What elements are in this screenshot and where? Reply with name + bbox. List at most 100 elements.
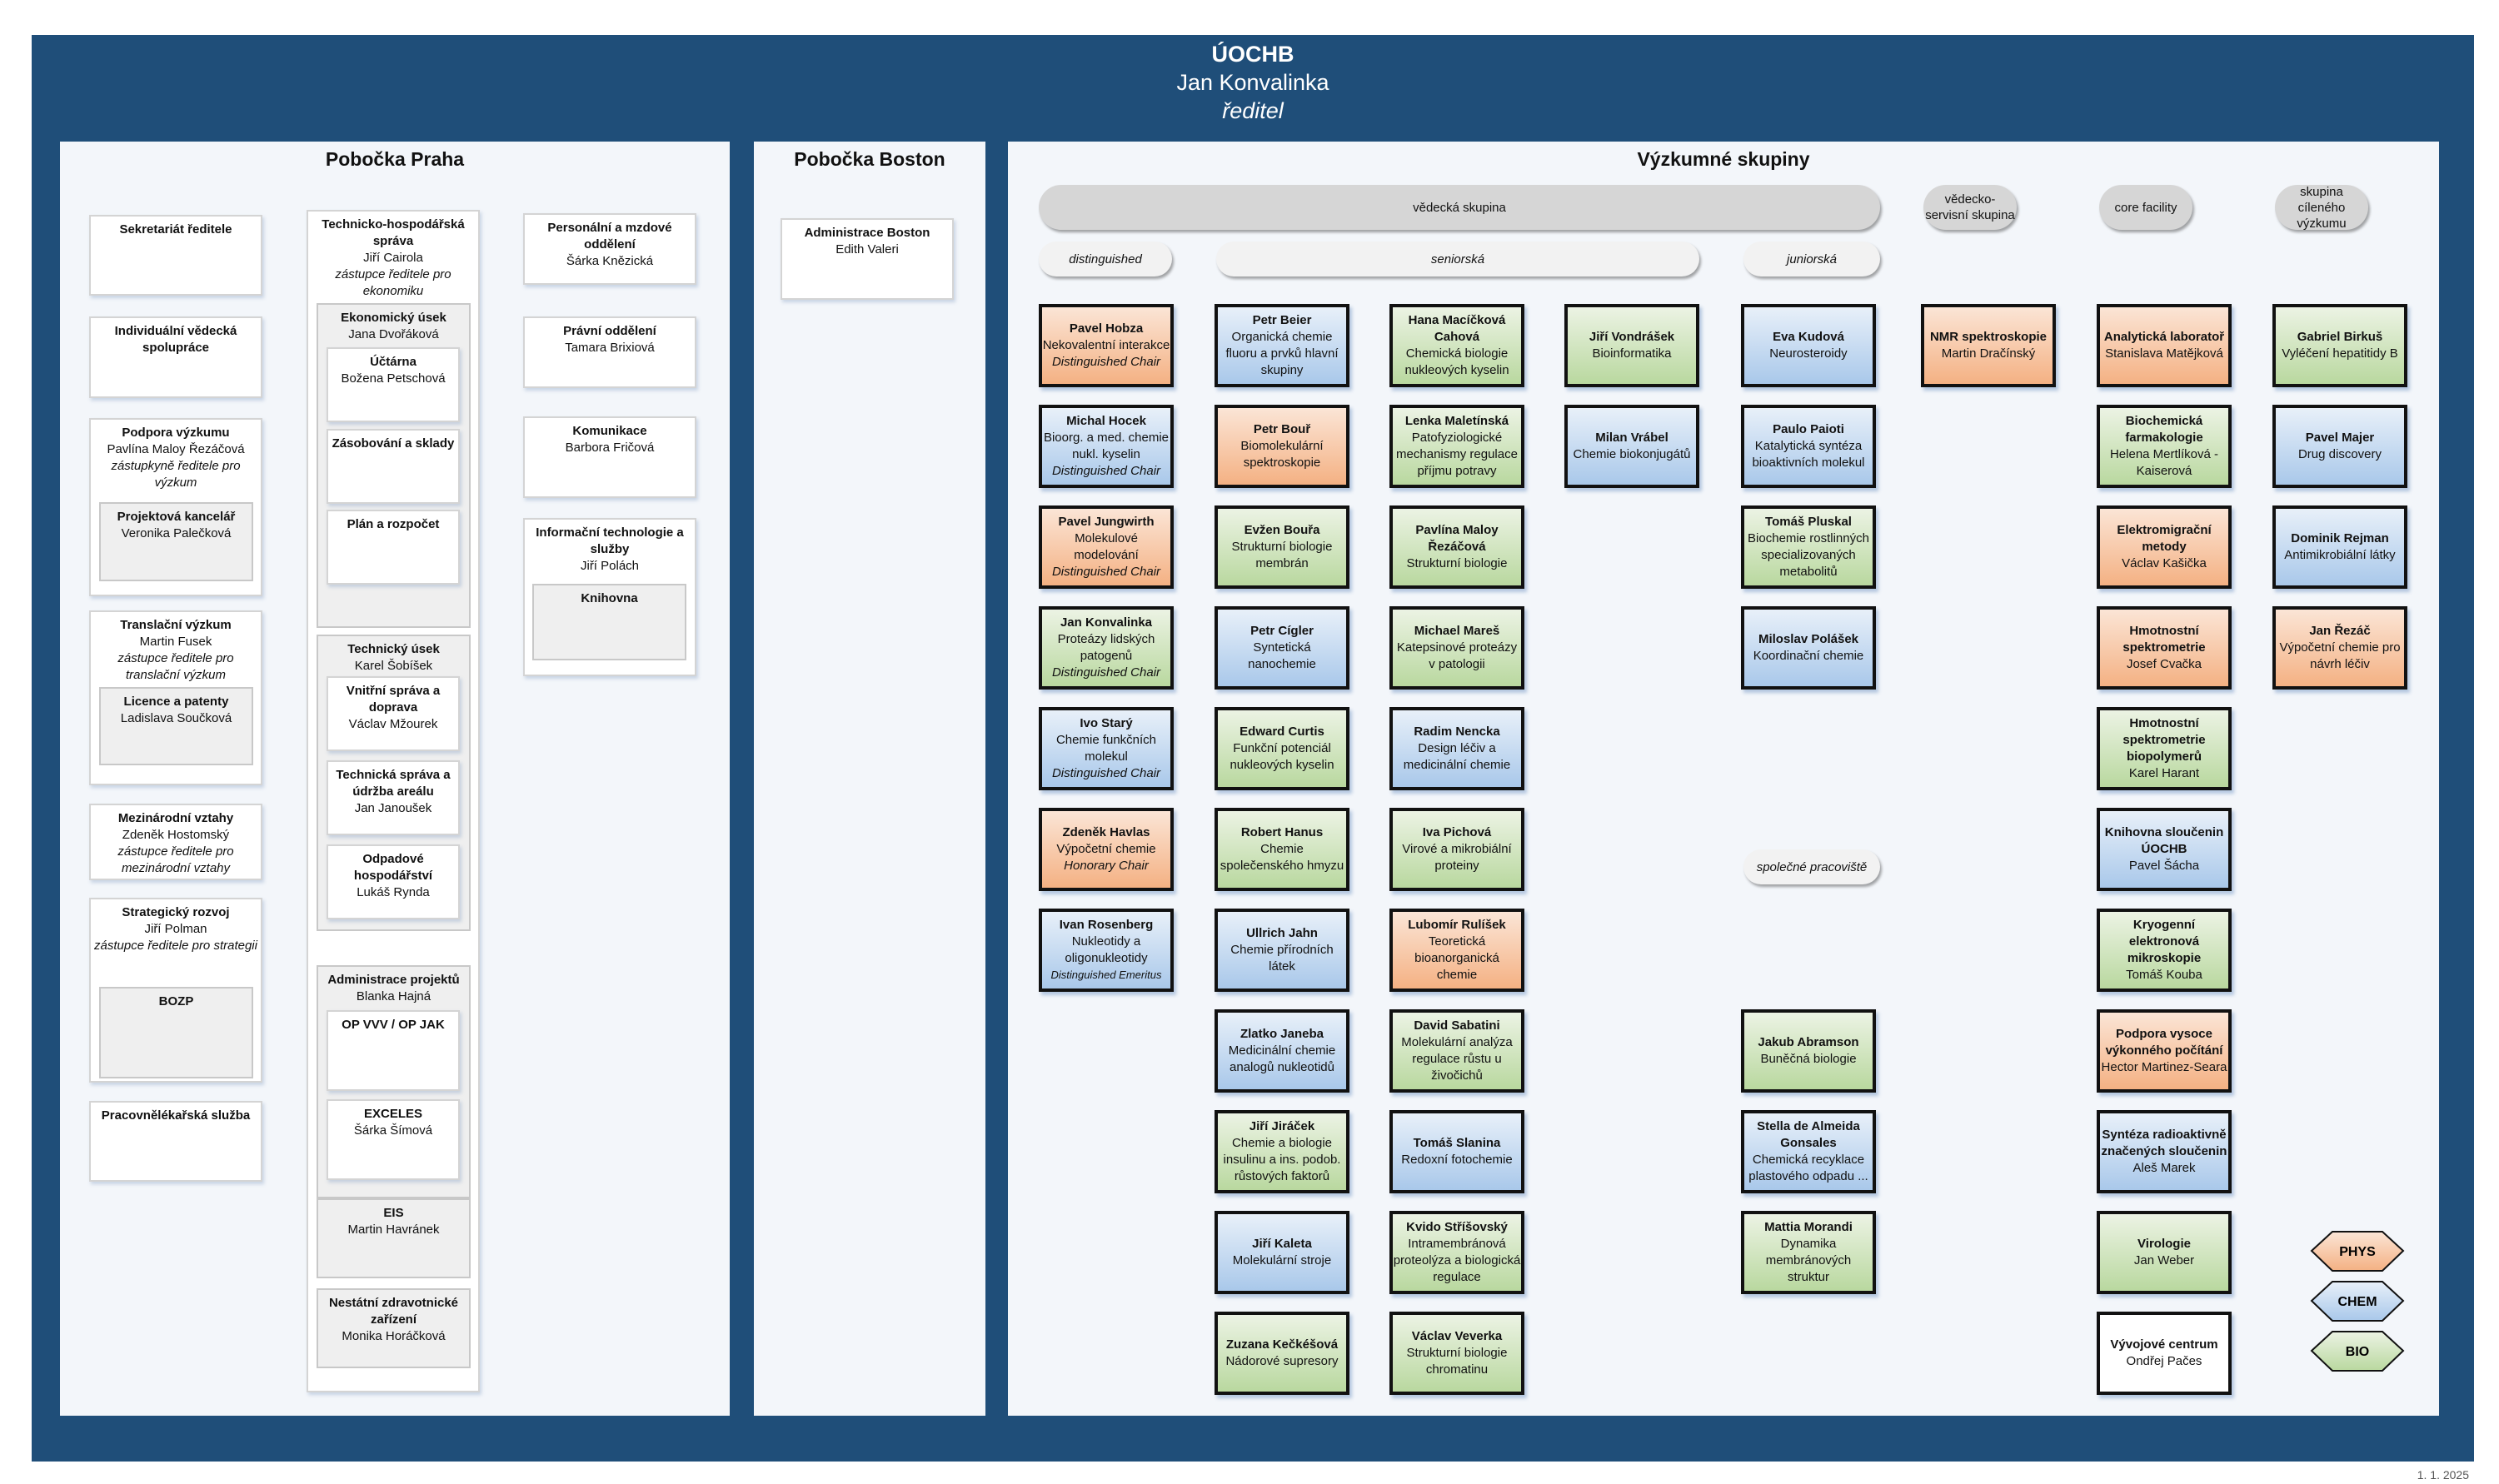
unit-occupational-health[interactable]: Pracovnělékařská služba bbox=[89, 1101, 262, 1182]
unit-project-office[interactable]: Projektová kancelář Veronika Palečková bbox=[99, 502, 253, 581]
card-joint[interactable]: Stella de Almeida Gonsales Chemická recyk… bbox=[1741, 1110, 1876, 1193]
card-distinguished[interactable]: Pavel Hobza Nekovalentní interakce Disting… bbox=[1039, 304, 1174, 387]
card-core-facility[interactable]: Analytická laboratoř Stanislava Matějková bbox=[2097, 304, 2232, 387]
card-senior[interactable]: Hana Macíčková Cahová Chemická biologie n… bbox=[1389, 304, 1524, 387]
panel-title-research: Výzkumné skupiny bbox=[1637, 148, 1810, 170]
card-targeted[interactable]: Pavel Majer Drug discovery bbox=[2272, 405, 2407, 488]
unit-exceles[interactable]: EXCELES Šárka Šímová bbox=[327, 1099, 460, 1180]
card-targeted[interactable]: Gabriel Birkuš Vyléčení hepatitidy B bbox=[2272, 304, 2407, 387]
card-core-facility[interactable]: Vývojové centrum Ondřej Pačes bbox=[2097, 1312, 2232, 1395]
card-senior[interactable]: Robert Hanus Chemie společenského hmyzu bbox=[1215, 808, 1349, 891]
card-senior[interactable]: Kvido Stříšovský Intramembránová proteolý… bbox=[1389, 1211, 1524, 1294]
group-name: Michal Hocek bbox=[1066, 414, 1146, 428]
category-targeted-research: skupina cíleného výzkumu bbox=[2275, 185, 2368, 231]
card-junior[interactable]: Paulo Paioti Katalytická syntéza bioaktiv… bbox=[1741, 405, 1876, 488]
card-targeted[interactable]: Dominik Rejman Antimikrobiální látky bbox=[2272, 505, 2407, 589]
card-core-facility[interactable]: Knihovna sloučenin ÚOCHB Pavel Šácha bbox=[2097, 808, 2232, 891]
unit-legal[interactable]: Právní oddělení Tamara Brixiová bbox=[523, 316, 696, 388]
group-topic: Helena Mertlíková - Kaiserová bbox=[2109, 447, 2219, 478]
unit-role: zástupce ředitele pro mezinárodní vztahy bbox=[117, 844, 234, 875]
unit-accounting[interactable]: Účtárna Božena Petschová bbox=[327, 347, 460, 422]
card-senior[interactable]: Petr Bouř Biomolekulární spektroskopie bbox=[1215, 405, 1349, 488]
card-senior[interactable]: David Sabatini Molekulární analýza regula… bbox=[1389, 1009, 1524, 1093]
card-core-facility[interactable]: Podpora vysoce výkonného počítání Hector … bbox=[2097, 1009, 2232, 1093]
card-senior[interactable]: Milan Vrábel Chemie biokonjugátů bbox=[1564, 405, 1699, 488]
card-senior[interactable]: Michael Mareš Katepsinové proteázy v pato… bbox=[1389, 606, 1524, 690]
card-junior[interactable]: Eva Kudová Neurosteroidy bbox=[1741, 304, 1876, 387]
unit-bozp[interactable]: BOZP bbox=[99, 987, 253, 1078]
card-senior[interactable]: Pavlína Maloy Řezáčová Strukturní biologi… bbox=[1389, 505, 1524, 589]
card-senior[interactable]: Václav Veverka Strukturní biologie chroma… bbox=[1389, 1312, 1524, 1395]
card-core-facility[interactable]: Kryogenní elektronová mikroskopie Tomáš K… bbox=[2097, 909, 2232, 992]
group-name: Lenka Maletínská bbox=[1404, 414, 1509, 428]
group-topic: Chemie společenského hmyzu bbox=[1220, 842, 1344, 873]
card-senior[interactable]: Petr Beier Organická chemie fluoru a prvk… bbox=[1215, 304, 1349, 387]
group-topic: Strukturní biologie membrán bbox=[1231, 540, 1333, 570]
unit-healthcare-facility[interactable]: Nestátní zdravotnické zařízení Monika Hor… bbox=[317, 1288, 471, 1368]
unit-international-relations[interactable]: Mezinárodní vztahy Zdeněk Hostomský zástup… bbox=[89, 804, 262, 880]
card-core-facility[interactable]: Virologie Jan Weber bbox=[2097, 1211, 2232, 1294]
group-name: Dominik Rejman bbox=[2291, 531, 2389, 545]
card-senior[interactable]: Zuzana Kečkéšová Nádorové supresory bbox=[1215, 1312, 1349, 1395]
card-junior[interactable]: Miloslav Polášek Koordinační chemie bbox=[1741, 606, 1876, 690]
card-distinguished[interactable]: Michal Hocek Bioorg. a med. chemie nukl. … bbox=[1039, 405, 1174, 488]
card-distinguished[interactable]: Ivan Rosenberg Nukleotidy a oligonukleoti… bbox=[1039, 909, 1174, 992]
card-service[interactable]: NMR spektroskopie Martin Dračínský bbox=[1921, 304, 2056, 387]
unit-licences-patents[interactable]: Licence a patenty Ladislava Součková bbox=[99, 687, 253, 765]
card-core-facility[interactable]: Hmotnostní spektrometrie biopolymerů Kare… bbox=[2097, 707, 2232, 790]
group-chair-title: Distinguished Chair bbox=[1051, 355, 1161, 369]
unit-hr-payroll[interactable]: Personální a mzdové oddělení Šárka Knězic… bbox=[523, 213, 696, 285]
unit-role: zástupce ředitele pro strategii bbox=[94, 939, 257, 953]
panel-boston: Pobočka Boston bbox=[754, 142, 985, 1416]
card-joint[interactable]: Jakub Abramson Buněčná biologie bbox=[1741, 1009, 1876, 1093]
unit-supply-stores[interactable]: Zásobování a sklady bbox=[327, 429, 460, 504]
unit-waste-management[interactable]: Odpadové hospodářství Lukáš Rynda bbox=[327, 844, 460, 919]
unit-individual-collaboration[interactable]: Individuální vědecká spolupráce bbox=[89, 316, 262, 398]
card-core-facility[interactable]: Elektromigrační metody Václav Kašička bbox=[2097, 505, 2232, 589]
unit-secretariat[interactable]: Sekretariát ředitele bbox=[89, 215, 262, 296]
unit-head: Jiří Polách bbox=[580, 559, 640, 573]
group-name: Jan Řezáč bbox=[2309, 624, 2371, 638]
group-name: Jiří Jiráček bbox=[1249, 1119, 1315, 1133]
unit-boston-administration[interactable]: Administrace Boston Edith Valeri bbox=[781, 218, 954, 300]
unit-plan-budget[interactable]: Plán a rozpočet bbox=[327, 510, 460, 585]
card-senior[interactable]: Radim Nencka Design léčiv a medicinální c… bbox=[1389, 707, 1524, 790]
unit-technical-maintenance[interactable]: Technická správa a údržba areálu Jan Jano… bbox=[327, 760, 460, 835]
card-senior[interactable]: Edward Curtis Funkční potenciál nukleovýc… bbox=[1215, 707, 1349, 790]
group-name: Syntéza radioaktivně značených sloučenin bbox=[2101, 1128, 2227, 1158]
group-topic: Neurosteroidy bbox=[1769, 346, 1848, 361]
card-senior[interactable]: Evžen Bouřa Strukturní biologie membrán bbox=[1215, 505, 1349, 589]
card-senior[interactable]: Petr Cígler Syntetická nanochemie bbox=[1215, 606, 1349, 690]
unit-head: Veronika Palečková bbox=[121, 526, 232, 540]
unit-head: Ladislava Součková bbox=[120, 711, 232, 725]
unit-communication[interactable]: Komunikace Barbora Fričová bbox=[523, 416, 696, 498]
card-senior[interactable]: Jiří Vondrášek Bioinformatika bbox=[1564, 304, 1699, 387]
card-joint[interactable]: Mattia Morandi Dynamika membránových stru… bbox=[1741, 1211, 1876, 1294]
card-distinguished[interactable]: Jan Konvalinka Proteázy lidských patogenů… bbox=[1039, 606, 1174, 690]
card-senior[interactable]: Lenka Maletínská Patofyziologické mechani… bbox=[1389, 405, 1524, 488]
unit-internal-admin-transport[interactable]: Vnitřní správa a doprava Václav Mžourek bbox=[327, 676, 460, 751]
card-distinguished[interactable]: Ivo Starý Chemie funkčních molekul Disting… bbox=[1039, 707, 1174, 790]
card-targeted[interactable]: Jan Řezáč Výpočetní chemie pro návrh léči… bbox=[2272, 606, 2407, 690]
card-senior[interactable]: Ullrich Jahn Chemie přírodních látek bbox=[1215, 909, 1349, 992]
group-name: NMR spektroskopie bbox=[1929, 330, 2048, 344]
card-senior[interactable]: Jiří Kaleta Molekulární stroje bbox=[1215, 1211, 1349, 1294]
unit-eis[interactable]: EIS Martin Havránek bbox=[317, 1198, 471, 1278]
unit-op-vvv-op-jak[interactable]: OP VVV / OP JAK bbox=[327, 1010, 460, 1091]
card-distinguished[interactable]: Zdeněk Havlas Výpočetní chemie Honorary Ch… bbox=[1039, 808, 1174, 891]
unit-head: Tamara Brixiová bbox=[565, 341, 655, 355]
card-senior[interactable]: Zlatko Janeba Medicinální chemie analogů … bbox=[1215, 1009, 1349, 1093]
card-core-facility[interactable]: Hmotnostní spektrometrie Josef Cvačka bbox=[2097, 606, 2232, 690]
card-core-facility[interactable]: Biochemická farmakologie Helena Mertlíkov… bbox=[2097, 405, 2232, 488]
group-topic: Bioinformatika bbox=[1592, 346, 1672, 361]
group-name: Kvido Stříšovský bbox=[1406, 1220, 1508, 1234]
card-senior[interactable]: Jiří Jiráček Chemie a biologie insulinu a… bbox=[1215, 1110, 1349, 1193]
card-junior[interactable]: Tomáš Pluskal Biochemie rostlinných speci… bbox=[1741, 505, 1876, 589]
card-core-facility[interactable]: Syntéza radioaktivně značených sloučenin… bbox=[2097, 1110, 2232, 1193]
unit-head: Martin Fusek bbox=[139, 635, 212, 649]
card-senior[interactable]: Iva Pichová Virové a mikrobiální proteiny bbox=[1389, 808, 1524, 891]
unit-library[interactable]: Knihovna bbox=[532, 584, 686, 660]
card-senior[interactable]: Tomáš Slanina Redoxní fotochemie bbox=[1389, 1110, 1524, 1193]
card-distinguished[interactable]: Pavel Jungwirth Molekulové modelování Dist… bbox=[1039, 505, 1174, 589]
card-senior[interactable]: Lubomír Rulíšek Teoretická bioanorganická… bbox=[1389, 909, 1524, 992]
